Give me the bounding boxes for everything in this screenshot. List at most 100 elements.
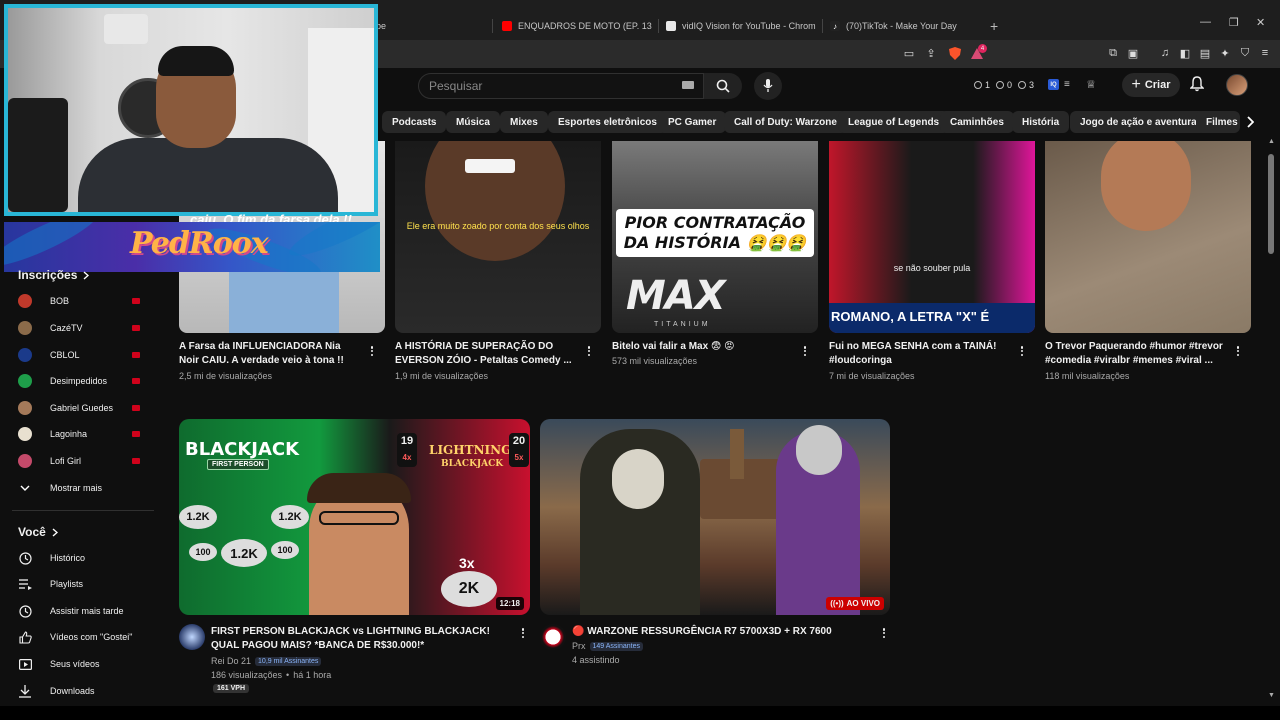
minimize-icon[interactable]: — [1200, 16, 1211, 28]
short-5-menu-icon[interactable] [1233, 344, 1243, 358]
channel-name: CazéTV [50, 323, 83, 333]
browser-tab-enquadros[interactable]: ENQUADROS DE MOTO (EP. 131) - Yo [502, 14, 652, 38]
voice-search-button[interactable] [754, 72, 782, 100]
sidebar-item-watch-later[interactable]: Assistir mais tarde [18, 600, 148, 622]
short-2-menu-icon[interactable] [584, 344, 594, 358]
short-title-4[interactable]: Fui no MEGA SENHA com a TAINÁ! #loudcori… [829, 340, 1009, 368]
new-tab-button[interactable]: + [990, 18, 998, 34]
search-button[interactable] [704, 73, 742, 99]
sidebar-channel-lagoinha[interactable]: Lagoinha [18, 423, 148, 445]
channel-avatar[interactable] [179, 624, 205, 650]
leo-ai-icon[interactable]: ✦ [1218, 46, 1232, 60]
view-count: 186 visualizações [211, 670, 283, 680]
thumb-hair [796, 425, 842, 475]
chip-caminhoes[interactable]: Caminhões [940, 111, 1014, 133]
chips-next-button[interactable] [1240, 111, 1260, 133]
short-5-face [1101, 141, 1191, 231]
chip-acao-aventura[interactable]: Jogo de ação e aventura [1070, 111, 1207, 133]
media-icon[interactable]: ♫ [1158, 46, 1172, 60]
vidiq-icon[interactable]: IQ [1048, 79, 1059, 90]
chip-esportes[interactable]: Esportes eletrônicos [548, 111, 667, 133]
show-more-button[interactable]: Mostrar mais [18, 477, 148, 499]
short-title-1[interactable]: A Farsa da INFLUENCIADORA Nia Noir CAIU.… [179, 340, 359, 368]
close-icon[interactable]: ✕ [1256, 16, 1265, 29]
sidebar-channel-gabriel-guedes[interactable]: Gabriel Guedes [18, 397, 148, 419]
subscriptions-heading[interactable]: Inscrições [18, 268, 90, 282]
trophy-icon[interactable]: ♕ [1086, 78, 1096, 91]
chip-musica[interactable]: Música [446, 111, 500, 133]
sidebar-channel-cazetv[interactable]: CazéTV [18, 317, 148, 339]
you-heading[interactable]: Você [18, 525, 58, 539]
sidebar-channel-desimpedidos[interactable]: Desimpedidos [18, 370, 148, 392]
restore-icon[interactable]: ❐ [1229, 16, 1239, 29]
search-input[interactable]: Pesquisar [418, 73, 704, 99]
screenshot-icon[interactable]: ▣ [1126, 46, 1140, 60]
sidebar-item-downloads[interactable]: Downloads [18, 680, 148, 702]
sidebar-item-historico[interactable]: Histórico [18, 547, 148, 569]
brave-shield-icon[interactable] [948, 46, 962, 60]
channel-name[interactable]: Prx [572, 641, 586, 651]
sidebar-channel-bob[interactable]: BOB [18, 290, 148, 312]
channel-avatar[interactable] [540, 624, 566, 650]
account-avatar[interactable] [1226, 74, 1248, 96]
wallet-icon[interactable]: ▤ [1198, 46, 1212, 60]
browser-tab-youtube[interactable]: be [376, 14, 396, 38]
sidebar-icon[interactable]: ◧ [1178, 46, 1192, 60]
video-1-menu-icon[interactable] [518, 626, 528, 640]
channel-name[interactable]: Rei Do 21 [211, 656, 251, 666]
browser-tab-vidiq[interactable]: vidIQ Vision for YouTube - Chrome W [666, 14, 816, 38]
chip-podcasts[interactable]: Podcasts [382, 111, 447, 133]
vidiq-stat-views: 3 [1018, 80, 1034, 90]
live-indicator-icon [132, 431, 140, 437]
video-thumbnail-2[interactable]: ((•)) AO VIVO [540, 419, 890, 615]
chip-warzone[interactable]: Call of Duty: Warzone [724, 111, 847, 133]
page-scrollbar[interactable] [1268, 106, 1276, 706]
chip-historia[interactable]: História [1012, 111, 1070, 133]
playlists-icon [18, 577, 32, 591]
menu-icon[interactable]: ≡ [1258, 46, 1272, 60]
share-icon[interactable]: ⇪ [924, 46, 938, 60]
sidebar-item-playlists[interactable]: Playlists [18, 573, 148, 595]
chip-filmes[interactable]: Filmes d [1196, 111, 1240, 133]
extensions-icon[interactable]: ⧉ [1106, 46, 1120, 60]
thumb-chip: 100 [189, 543, 217, 561]
sidebar-item-liked-videos[interactable]: Vídeos com "Gostei" [18, 626, 148, 648]
video-title-1[interactable]: FIRST PERSON BLACKJACK vs LIGHTNING BLAC… [211, 625, 516, 653]
eye-icon [996, 81, 1004, 89]
vpn-icon[interactable]: ⛉ [1238, 46, 1252, 60]
video-2-watching: 4 assistindo [572, 655, 620, 665]
scroll-up-icon[interactable]: ▲ [1268, 138, 1275, 145]
short-thumbnail-3[interactable]: PIOR CONTRATAÇÃO DA HISTÓRIA 🤮🤮🤮 MAX TIT… [612, 141, 818, 333]
chip-pc-gamer[interactable]: PC Gamer [658, 111, 727, 133]
short-title-3[interactable]: Bitelo vai falir a Max 😨 😡 [612, 340, 792, 354]
install-app-icon[interactable]: ▭ [902, 46, 916, 60]
chip-mixes[interactable]: Mixes [500, 111, 548, 133]
keyboard-icon[interactable] [682, 81, 694, 89]
short-thumbnail-2[interactable]: Ele era muito zoado por conta dos seus o… [395, 141, 601, 333]
short-thumbnail-5[interactable] [1045, 141, 1251, 333]
video-2-menu-icon[interactable] [879, 626, 889, 640]
short-1-menu-icon[interactable] [367, 344, 377, 358]
sidebar-channel-lofi-girl[interactable]: Lofi Girl [18, 450, 148, 472]
short-views-4: 7 mi de visualizações [829, 371, 915, 381]
vidiq-menu-icon[interactable]: ≡ [1064, 79, 1070, 90]
notifications-button[interactable] [1189, 76, 1205, 97]
like-icon [18, 630, 32, 644]
create-button[interactable]: + Criar [1122, 73, 1180, 97]
sidebar-item-your-videos[interactable]: Seus vídeos [18, 653, 148, 675]
short-3-menu-icon[interactable] [800, 344, 810, 358]
scroll-down-icon[interactable]: ▼ [1268, 692, 1275, 699]
chip-lol[interactable]: League of Legends [838, 111, 950, 133]
short-4-menu-icon[interactable] [1017, 344, 1027, 358]
tab-label: (70)TikTok - Make Your Day [846, 21, 957, 31]
video-thumbnail-1[interactable]: BLACKJACK FIRST PERSON LIGHTNING BLACKJA… [179, 419, 530, 615]
scrollbar-thumb[interactable] [1268, 154, 1274, 254]
short-thumbnail-4[interactable]: se não souber pula ROMANO, A LETRA "X" É [829, 141, 1035, 333]
sidebar-channel-cblol[interactable]: CBLOL [18, 344, 148, 366]
browser-tab-tiktok[interactable]: ♪ (70)TikTok - Make Your Day [830, 14, 980, 38]
channel-name: Gabriel Guedes [50, 403, 114, 413]
meta-separator: • [286, 670, 290, 680]
short-title-2[interactable]: A HISTÓRIA DE SUPERAÇÃO DO EVERSON ZÓIO … [395, 340, 575, 368]
short-title-5[interactable]: O Trevor Paquerando #humor #trevor #come… [1045, 340, 1225, 368]
video-title-2[interactable]: 🔴 WARZONE RESSURGÊNCIA R7 5700X3D + RX 7… [572, 625, 872, 639]
